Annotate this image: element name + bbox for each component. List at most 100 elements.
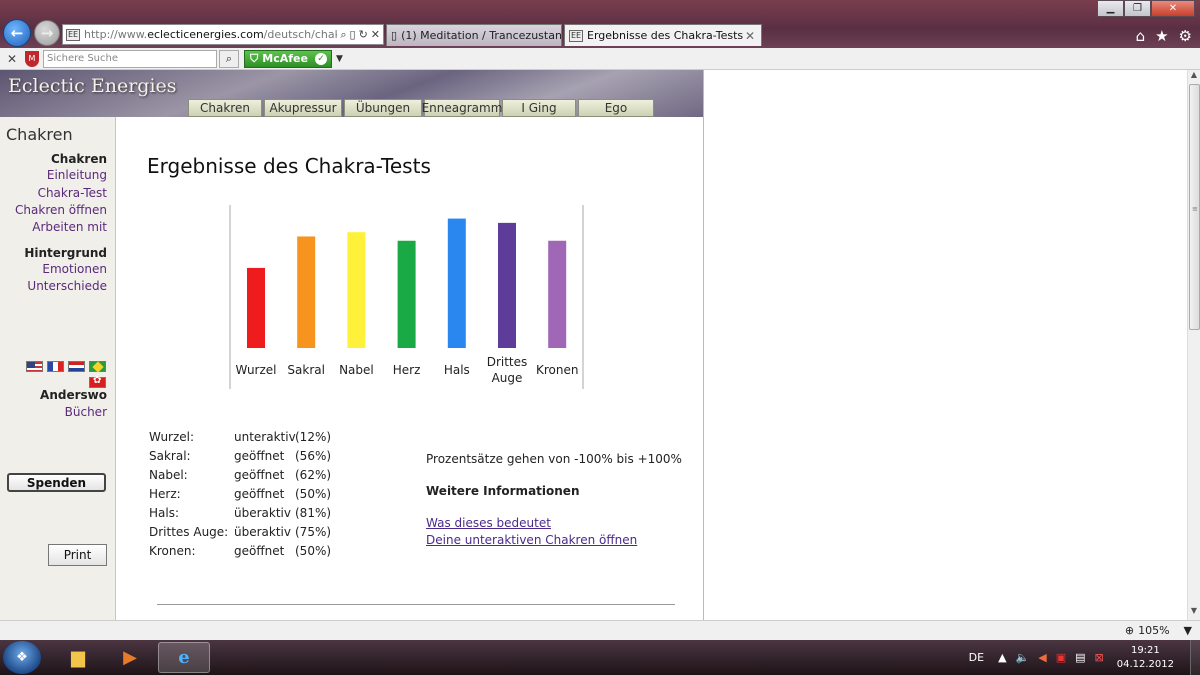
tray-expand-icon[interactable]: ▲ (998, 651, 1006, 664)
flag-nl-icon[interactable] (68, 361, 85, 372)
print-button[interactable]: Print (48, 544, 107, 566)
tools-gear-icon[interactable]: ⚙ (1179, 27, 1192, 45)
tab-close-icon[interactable]: ✕ (745, 29, 755, 43)
favorites-star-icon[interactable]: ★ (1155, 27, 1168, 45)
tab-chakra-results[interactable]: EE Ergebnisse des Chakra-Tests ✕ (564, 24, 762, 46)
scroll-thumb[interactable]: ≡ (1189, 84, 1200, 330)
system-tray: DE ▲ 🔈 ◀ ▣ ▤ ⊠ 19:21 04.12.2012 (969, 640, 1200, 675)
nav-tab-uebungen[interactable]: Übungen (344, 99, 422, 117)
site-logo[interactable]: Eclectic Energies (8, 75, 177, 97)
chevron-down-icon[interactable]: ▼ (1184, 624, 1192, 637)
status-bar: ⊕ 105% ▼ (0, 620, 1200, 640)
nav-tab-enneagramm[interactable]: Enneagramm (422, 99, 502, 117)
tab-meditation[interactable]: ▯ (1) Meditation / Trancezustand... (386, 24, 562, 46)
compat-view-icon[interactable]: ▯ (350, 28, 356, 42)
home-icon[interactable]: ⌂ (1136, 27, 1146, 45)
bar-label: Sakral (287, 363, 325, 377)
close-toolbar-icon[interactable]: ✕ (3, 52, 21, 66)
bar-herz (397, 240, 416, 348)
show-desktop-button[interactable] (1190, 640, 1200, 675)
back-button[interactable]: ← (3, 19, 31, 47)
mcafee-siteadvisor-badge[interactable]: ⛉ McAfee ✓ (244, 49, 332, 68)
minimize-button[interactable]: ▁ (1097, 0, 1124, 17)
result-state: überaktiv (234, 506, 291, 520)
bar-wurzel (247, 267, 265, 348)
sidebar-link-chakra-test[interactable]: Chakra-Test (38, 186, 107, 200)
safe-search-input[interactable]: Sichere Suche (43, 49, 217, 68)
folder-icon: ▆ (71, 647, 85, 668)
nav-tab-ego[interactable]: Ego (578, 99, 654, 117)
flag-hk-icon[interactable] (89, 375, 106, 388)
sidebar-head-hintergrund: Hintergrund (24, 246, 107, 260)
flag-fr-icon[interactable] (47, 361, 64, 372)
forward-button[interactable]: → (34, 20, 60, 46)
bar-nabel (347, 232, 366, 348)
refresh-icon[interactable]: ↻ (359, 28, 368, 42)
check-icon: ✓ (315, 52, 327, 65)
nav-tab-i-ging[interactable]: I Ging (502, 99, 576, 117)
web-page: Eclectic Energies Chakren Akupressur Übu… (0, 70, 704, 620)
address-bar[interactable]: EE http://www.eclecticenergies.com/deuts… (62, 24, 384, 45)
sidebar-link-arbeiten-mit[interactable]: Arbeiten mit (32, 220, 107, 234)
result-state: geöffnet (234, 468, 285, 482)
scroll-up-icon[interactable]: ▲ (1188, 70, 1200, 84)
window-controls: ▁ ❐ ✕ (1097, 0, 1195, 17)
donate-button[interactable]: Spenden (7, 473, 106, 492)
play-icon: ▶ (123, 647, 137, 668)
link-was-dieses-bedeutet[interactable]: Was dieses bedeutet (426, 516, 551, 530)
safe-search-button[interactable]: ⌕ (219, 49, 239, 68)
flag-alert-icon[interactable]: ◀ (1038, 651, 1046, 664)
bar-drittes-auge (498, 222, 516, 348)
close-window-button[interactable]: ✕ (1151, 0, 1195, 17)
chevron-down-icon[interactable]: ▼ (336, 54, 343, 64)
bar-label: Drittes Auge (487, 355, 528, 385)
sidebar-link-buecher[interactable]: Bücher (65, 405, 107, 419)
clock[interactable]: 19:21 04.12.2012 (1117, 644, 1174, 672)
flag-us-icon[interactable] (26, 361, 43, 372)
security-icon[interactable]: ⊠ (1095, 651, 1104, 664)
language-indicator[interactable]: DE (969, 651, 984, 664)
mcafee-shield-icon: M (25, 50, 39, 67)
action-center-icon[interactable]: ▤ (1075, 651, 1085, 664)
nav-tab-akupressur[interactable]: Akupressur (264, 99, 342, 117)
taskbar-media-player[interactable]: ▶ (104, 642, 156, 673)
volume-icon[interactable]: 🔈 (1016, 651, 1030, 664)
site-favicon-icon: EE (66, 28, 80, 41)
start-button[interactable]: ❖ (3, 641, 41, 674)
bar-label: Hals (444, 363, 470, 377)
bar-label: Kronen (536, 363, 578, 377)
sidebar-link-unterschiede[interactable]: Unterschiede (27, 279, 107, 293)
result-state: geöffnet (234, 449, 285, 463)
result-name: Nabel: (149, 468, 188, 482)
chakra-bar-chart: Wurzel Sakral Nabel Herz Hals Drittes Auge Kron… (229, 205, 584, 389)
result-pct: (62%) (295, 468, 332, 482)
forward-arrow-icon: → (40, 24, 54, 42)
scroll-down-icon[interactable]: ▼ (1188, 606, 1200, 620)
zoom-control[interactable]: ⊕ 105% ▼ (1125, 624, 1192, 637)
sidebar-link-emotionen[interactable]: Emotionen (42, 262, 107, 276)
stop-icon[interactable]: ✕ (371, 28, 380, 42)
sidebar-link-chakren-oeffnen[interactable]: Chakren öffnen (15, 203, 107, 217)
link-unteraktive-chakren-oeffnen[interactable]: Deine unteraktiven Chakren öffnen (426, 533, 637, 547)
empty-page-area (705, 70, 1187, 620)
network-icon[interactable]: ▣ (1056, 651, 1066, 664)
result-name: Wurzel: (149, 430, 195, 444)
taskbar-explorer[interactable]: ▆ (52, 642, 104, 673)
sidebar: Chakren Chakren Einleitung Chakra-Test C… (0, 117, 116, 620)
address-text[interactable]: http://www.eclecticenergies.com/deutsch/… (84, 28, 337, 41)
flag-br-icon[interactable] (89, 361, 106, 372)
vertical-scrollbar[interactable]: ▲ ≡ ▼ (1187, 70, 1200, 620)
search-icon[interactable]: ⌕ (340, 28, 346, 42)
maximize-button[interactable]: ❐ (1124, 0, 1151, 17)
grip-icon: ≡ (1192, 205, 1198, 213)
taskbar-internet-explorer[interactable]: e (158, 642, 210, 673)
sidebar-link-einleitung[interactable]: Einleitung (47, 168, 107, 182)
page-title: Ergebnisse des Chakra-Tests (147, 154, 431, 178)
nav-tab-chakren[interactable]: Chakren (188, 99, 262, 117)
ie-logo-icon: e (178, 647, 190, 668)
result-name: Hals: (149, 506, 180, 520)
windows-logo-icon: ❖ (16, 650, 28, 665)
result-state: überaktiv (234, 525, 291, 539)
sidebar-head-chakren: Chakren (50, 152, 107, 166)
command-bar: ✕ M Sichere Suche ⌕ ⛉ McAfee ✓ ▼ (0, 48, 1200, 70)
